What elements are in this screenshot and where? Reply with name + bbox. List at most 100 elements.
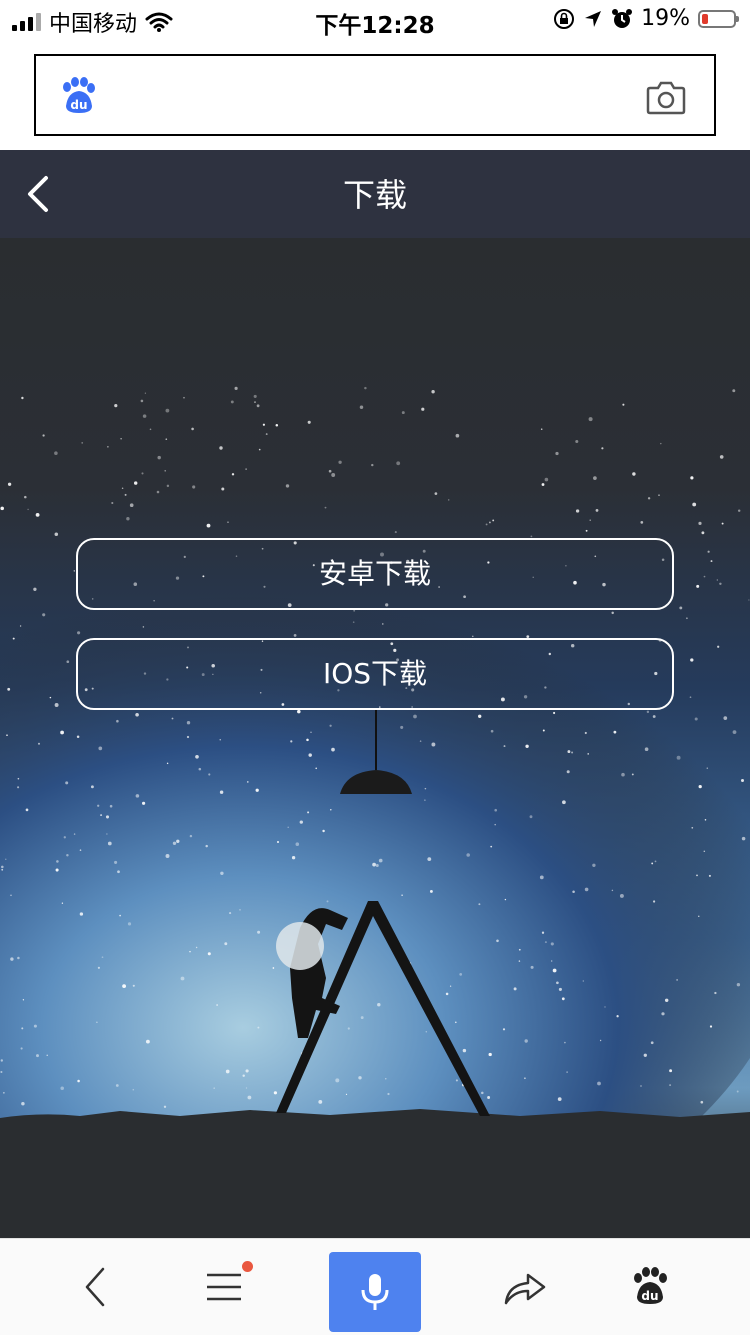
star — [462, 1048, 467, 1053]
star — [65, 781, 69, 785]
star — [572, 890, 575, 893]
star — [207, 952, 211, 956]
star — [101, 956, 104, 959]
star — [165, 438, 168, 441]
star — [54, 703, 59, 707]
star — [481, 1091, 484, 1095]
toolbar-back-button[interactable] — [60, 1239, 130, 1335]
star — [552, 968, 557, 973]
star — [737, 509, 741, 512]
star — [221, 487, 225, 491]
camera-icon[interactable] — [646, 78, 686, 116]
star — [315, 767, 317, 770]
star — [7, 687, 11, 691]
star — [77, 631, 81, 635]
rotation-lock-icon — [554, 8, 575, 29]
star — [371, 463, 374, 467]
star — [394, 531, 397, 534]
toolbar-menu-button[interactable] — [190, 1239, 260, 1335]
star — [434, 492, 438, 495]
alarm-icon — [612, 8, 633, 28]
star — [144, 392, 147, 394]
star — [256, 404, 260, 408]
star — [10, 957, 14, 961]
star — [0, 1070, 3, 1074]
star — [245, 1069, 249, 1073]
star — [60, 1086, 64, 1090]
star — [156, 490, 160, 494]
status-right: 19% — [553, 6, 739, 31]
toolbar-share-button[interactable] — [490, 1239, 560, 1335]
star — [679, 606, 683, 610]
star — [494, 808, 497, 812]
star — [382, 623, 384, 625]
star — [73, 570, 75, 572]
star — [165, 408, 170, 413]
search-bar[interactable]: du — [34, 54, 716, 136]
star — [183, 396, 185, 399]
star — [613, 730, 617, 734]
star — [262, 423, 265, 426]
toolbar-home-button[interactable]: du — [615, 1239, 685, 1335]
star — [653, 900, 656, 903]
star — [664, 998, 669, 1003]
star — [121, 487, 124, 490]
star — [17, 786, 20, 789]
star — [171, 717, 174, 720]
star — [224, 942, 228, 946]
star — [562, 800, 566, 805]
star — [445, 992, 449, 996]
star — [54, 532, 59, 537]
star — [1, 865, 4, 869]
menu-icon — [207, 1273, 241, 1301]
star — [503, 745, 506, 748]
star — [208, 773, 211, 776]
star — [124, 493, 127, 496]
star — [192, 485, 196, 489]
star — [447, 499, 450, 501]
status-bar: 中国移动 下午12:28 19% — [0, 0, 750, 40]
star — [81, 442, 84, 444]
star — [49, 696, 52, 699]
star — [518, 948, 521, 951]
baidu-paw-icon[interactable]: du — [58, 76, 98, 116]
star — [622, 403, 625, 406]
star — [273, 1091, 278, 1095]
star — [431, 390, 435, 394]
star — [584, 731, 587, 735]
star — [676, 979, 678, 981]
star — [0, 506, 4, 511]
star — [716, 579, 718, 581]
star — [690, 476, 694, 480]
star — [122, 984, 127, 989]
star — [109, 804, 113, 808]
star — [424, 787, 427, 790]
star — [556, 981, 559, 985]
star — [575, 439, 579, 444]
star — [42, 434, 45, 437]
star — [714, 991, 717, 995]
android-download-button[interactable]: 安卓下载 — [76, 538, 674, 610]
star — [145, 1039, 150, 1044]
star — [157, 455, 161, 460]
star — [544, 477, 549, 482]
star — [205, 844, 208, 848]
star — [234, 386, 238, 390]
star — [621, 772, 625, 777]
star — [189, 950, 191, 953]
microphone-icon — [361, 1274, 389, 1310]
star — [239, 909, 241, 911]
star — [20, 1047, 23, 1050]
voice-button-bg — [329, 1252, 421, 1332]
star — [247, 1095, 252, 1100]
star — [213, 1087, 215, 1089]
star — [97, 966, 100, 969]
toolbar-voice-button[interactable] — [329, 1239, 421, 1335]
star — [571, 751, 574, 754]
star — [307, 420, 311, 424]
star — [364, 386, 367, 390]
star — [335, 1078, 340, 1083]
ios-download-button[interactable]: IOS下载 — [76, 638, 674, 710]
star — [524, 1039, 528, 1043]
star — [290, 740, 293, 743]
